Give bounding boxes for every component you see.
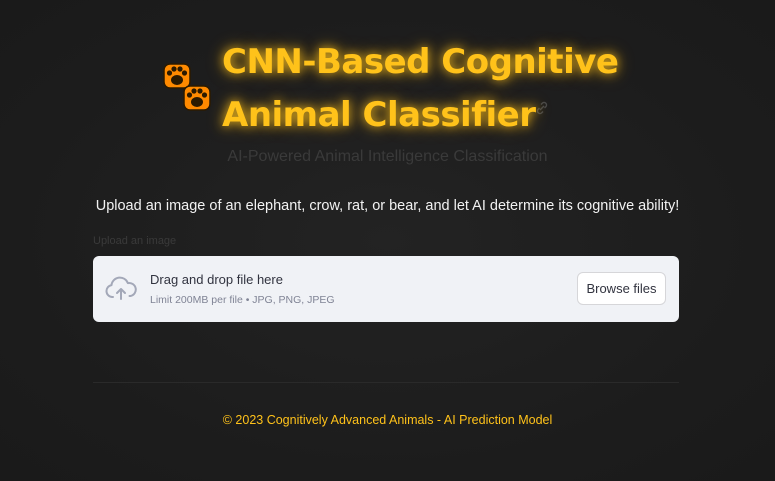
cloud-upload-icon (105, 276, 137, 300)
link-icon[interactable] (534, 100, 550, 116)
intro-text: Upload an image of an elephant, crow, ra… (95, 198, 680, 214)
page-title-line-2: Animal Classifier (222, 95, 536, 135)
browse-files-button[interactable]: Browse files (577, 272, 666, 305)
dropzone-title: Drag and drop file here (150, 272, 283, 287)
footer-text: © 2023 Cognitively Advanced Animals - AI… (222, 413, 553, 427)
uploader-label: Upload an image (93, 235, 177, 247)
footer-divider (93, 382, 679, 383)
page-title: CNN-Based Cognitive Animal Classifier (222, 36, 642, 142)
subtitle: AI-Powered Animal Intelligence Classific… (227, 148, 548, 165)
paw-prints-icon (163, 63, 211, 111)
page-title-line-1: CNN-Based Cognitive (222, 42, 619, 82)
file-dropzone[interactable]: Drag and drop file here Limit 200MB per … (93, 256, 679, 322)
dropzone-limit-text: Limit 200MB per file • JPG, PNG, JPEG (150, 294, 335, 306)
